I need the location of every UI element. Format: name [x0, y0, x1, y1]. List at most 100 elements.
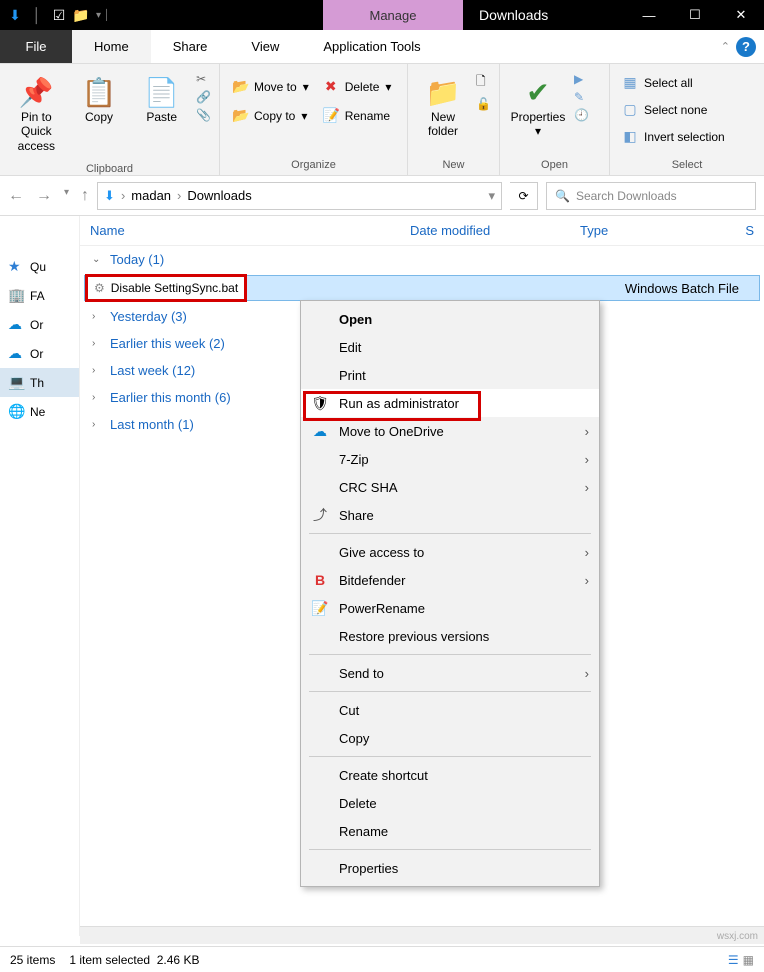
ctx-7zip[interactable]: 7-Zip› — [301, 445, 599, 473]
edit-icon[interactable]: ✎ — [574, 90, 589, 104]
ctx-onedrive[interactable]: ☁Move to OneDrive› — [301, 417, 599, 445]
pc-icon: 💻 — [8, 374, 24, 391]
paste-button[interactable]: 📄Paste — [133, 70, 190, 128]
nav-onedrive1[interactable]: ☁Or — [0, 310, 79, 339]
expand-icon: › — [92, 365, 104, 376]
copypath-icon[interactable]: 🔗 — [196, 90, 211, 104]
moveto-button[interactable]: 📂Move to ▾ — [228, 76, 313, 97]
ctx-edit[interactable]: Edit — [301, 333, 599, 361]
share-icon: ⤴ — [311, 505, 329, 525]
refresh-button[interactable]: ⟳ — [510, 182, 538, 210]
maximize-button[interactable]: ☐ — [672, 0, 718, 30]
nav-quickaccess[interactable]: ★Qu — [0, 252, 79, 281]
address-bar[interactable]: ⬇ › madan › Downloads ▾ — [97, 182, 502, 210]
folder-small-icon[interactable]: 📁 — [70, 4, 92, 26]
help-icon[interactable]: ? — [736, 37, 756, 57]
invert-icon: ◧ — [622, 128, 638, 145]
file-name: Disable SettingSync.bat — [111, 281, 238, 295]
copyto-button[interactable]: 📂Copy to ▾ — [228, 105, 313, 126]
ctx-restore[interactable]: Restore previous versions — [301, 622, 599, 650]
home-tab[interactable]: Home — [72, 30, 151, 63]
col-size[interactable]: S — [735, 223, 764, 238]
minimize-button[interactable]: ― — [626, 0, 672, 30]
nav-fa[interactable]: 🏢FA — [0, 281, 79, 310]
pasteshortcut-icon[interactable]: 📎 — [196, 108, 211, 122]
ctx-access[interactable]: Give access to› — [301, 538, 599, 566]
path-seg-user[interactable]: madan — [131, 188, 171, 203]
ctx-print[interactable]: Print — [301, 361, 599, 389]
view-tab[interactable]: View — [229, 30, 301, 63]
newitem-icon[interactable]: 🗋 — [476, 72, 491, 93]
share-tab[interactable]: Share — [151, 30, 230, 63]
group-new: New — [408, 159, 499, 175]
up-button[interactable]: ↑ — [81, 187, 89, 205]
group-organize: Organize — [220, 159, 407, 175]
view-details-icon[interactable]: ☰ — [728, 953, 739, 967]
shield-icon: 🛡 — [311, 395, 329, 412]
nav-network[interactable]: 🌐Ne — [0, 397, 79, 426]
ctx-share[interactable]: ⤴Share — [301, 501, 599, 529]
nav-thispc[interactable]: 💻Th — [0, 368, 79, 397]
qat-sep: │ — [26, 4, 48, 26]
ctx-sendto[interactable]: Send to› — [301, 659, 599, 687]
ctx-rename[interactable]: Rename — [301, 817, 599, 845]
window-title: Downloads — [479, 7, 548, 23]
down-arrow-icon[interactable]: ⬇ — [4, 4, 26, 26]
easyaccess-icon[interactable]: 🔓 — [476, 97, 491, 111]
ctx-copy[interactable]: Copy — [301, 724, 599, 752]
back-button[interactable]: ← — [8, 187, 24, 205]
selectnone-button[interactable]: ▢Select none — [618, 99, 729, 120]
copyto-icon: 📂 — [232, 107, 248, 124]
collapse-ribbon-icon[interactable]: ⌃ — [721, 40, 730, 53]
open-icon[interactable]: ▶ — [574, 72, 589, 86]
properties-button[interactable]: ✔Properties ▾ — [508, 70, 568, 143]
ctx-runadmin[interactable]: 🛡Run as administrator — [301, 389, 599, 417]
powerrename-icon: 📝 — [311, 600, 329, 617]
search-box[interactable]: 🔍 Search Downloads — [546, 182, 756, 210]
view-large-icon[interactable]: ▦ — [743, 953, 754, 967]
path-seg-downloads[interactable]: Downloads — [187, 188, 251, 203]
selectall-button[interactable]: ▦Select all — [618, 72, 729, 93]
context-menu: Open Edit Print 🛡Run as administrator ☁M… — [300, 300, 600, 887]
recent-dropdown-icon[interactable]: ▾ — [64, 187, 69, 205]
ctx-crcsha[interactable]: CRC SHA› — [301, 473, 599, 501]
ctx-properties[interactable]: Properties — [301, 854, 599, 882]
forward-button[interactable]: → — [36, 187, 52, 205]
pin-quickaccess-button[interactable]: 📌Pin to Quick access — [8, 70, 65, 157]
ctx-shortcut[interactable]: Create shortcut — [301, 761, 599, 789]
file-tab[interactable]: File — [0, 30, 72, 63]
ctx-open[interactable]: Open — [301, 305, 599, 333]
ctx-powerrename[interactable]: 📝PowerRename — [301, 594, 599, 622]
history-icon[interactable]: 🕘 — [574, 108, 589, 122]
moveto-icon: 📂 — [232, 78, 248, 95]
delete-button[interactable]: ✖Delete ▾ — [319, 76, 396, 97]
horizontal-scrollbar[interactable] — [80, 926, 764, 944]
network-icon: 🌐 — [8, 403, 24, 420]
manage-tab[interactable]: Manage — [323, 0, 463, 30]
group-today[interactable]: ⌄Today (1) — [80, 246, 764, 273]
ctx-delete[interactable]: Delete — [301, 789, 599, 817]
col-date[interactable]: Date modified — [400, 223, 570, 238]
file-row-selected[interactable]: ⚙ Disable SettingSync.bat Windows Batch … — [84, 275, 760, 301]
rename-button[interactable]: 📝Rename — [319, 105, 396, 126]
app-tools-tab[interactable]: Application Tools — [301, 30, 442, 63]
batfile-icon: ⚙ — [94, 281, 105, 295]
ribbon-tabs: File Home Share View Application Tools ⌃… — [0, 30, 764, 64]
invertsel-button[interactable]: ◧Invert selection — [618, 126, 729, 147]
ctx-bitdefender[interactable]: BBitdefender› — [301, 566, 599, 594]
nav-onedrive2[interactable]: ☁Or — [0, 339, 79, 368]
col-type[interactable]: Type — [570, 223, 735, 238]
newfolder-button[interactable]: 📁New folder — [416, 70, 470, 143]
status-bar: 25 items 1 item selected 2.46 KB ☰ ▦ — [0, 946, 764, 972]
cut-icon[interactable]: ✂ — [196, 72, 211, 86]
rename-icon: 📝 — [323, 107, 339, 124]
ctx-cut[interactable]: Cut — [301, 696, 599, 724]
delete-icon: ✖ — [323, 78, 339, 95]
quick-launch: ⬇ │ ☑ 📁 ▾ │ — [0, 4, 118, 26]
col-name[interactable]: Name — [80, 223, 400, 238]
path-dropdown-icon[interactable]: ▾ — [488, 188, 495, 204]
checkbox-icon[interactable]: ☑ — [48, 4, 70, 26]
close-button[interactable]: ✕ — [718, 0, 764, 30]
dropdown-icon[interactable]: ▾ │ — [92, 4, 114, 26]
copy-button[interactable]: 📋Copy — [71, 70, 128, 128]
